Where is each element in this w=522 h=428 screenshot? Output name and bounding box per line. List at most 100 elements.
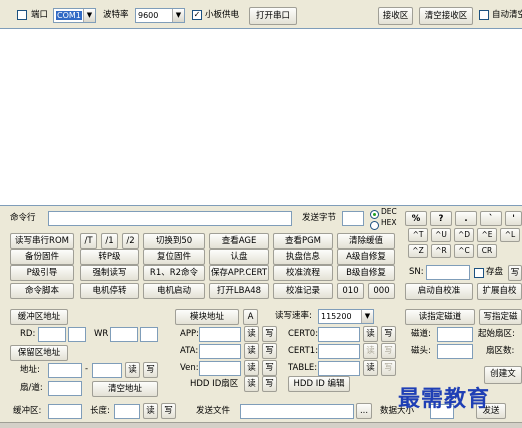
open-lba48-button[interactable]: 打开LBA48	[209, 283, 269, 299]
length-input[interactable]	[114, 404, 140, 419]
browse-file-button[interactable]: ...	[356, 403, 372, 419]
key-backtick[interactable]: `	[480, 211, 502, 226]
table-write-button[interactable]: 写	[381, 360, 396, 376]
hdd-id-sector-write-button[interactable]: 写	[262, 376, 277, 392]
rd-input-1[interactable]	[38, 327, 66, 342]
ven-read-button[interactable]: 读	[244, 360, 259, 376]
key-ctrl-e[interactable]: ^E	[477, 228, 497, 242]
key-ctrl-c[interactable]: ^C	[454, 244, 474, 258]
expand-calibration-button[interactable]: 扩展自校	[477, 283, 522, 300]
motor-stop-button[interactable]: 电机停转	[80, 283, 139, 299]
ata-write-button[interactable]: 写	[262, 343, 277, 359]
buffer-address-button[interactable]: 缓冲区地址	[10, 309, 68, 325]
track-input[interactable]	[437, 327, 473, 342]
save-app-cert-button[interactable]: 保存APP.CERT	[209, 265, 269, 281]
a-level-repair-button[interactable]: A级自修复	[337, 249, 395, 265]
sector-track-input[interactable]	[48, 381, 82, 396]
cert1-write-button[interactable]: 写	[381, 343, 396, 359]
cert0-write-button[interactable]: 写	[381, 326, 396, 342]
key-ctrl-t[interactable]: ^T	[408, 228, 428, 242]
recv-area-button[interactable]: 接收区	[378, 7, 413, 25]
key-ctrl-u[interactable]: ^U	[431, 228, 451, 242]
buffer-read-button[interactable]: 读	[143, 403, 158, 419]
port-checkbox[interactable]	[17, 10, 27, 20]
ven-input[interactable]	[199, 361, 241, 376]
identify-disk-button[interactable]: 认盘	[209, 249, 269, 265]
slash-t-button[interactable]: /T	[80, 233, 97, 249]
read-track-button[interactable]: 读指定磁道	[405, 309, 475, 325]
app-write-button[interactable]: 写	[262, 326, 277, 342]
table-input[interactable]	[318, 361, 360, 376]
calibration-log-button[interactable]: 校准记录	[273, 283, 333, 299]
key-ctrl-z[interactable]: ^Z	[408, 244, 428, 258]
backup-firmware-button[interactable]: 备份固件	[10, 249, 74, 265]
key-cr[interactable]: CR	[477, 244, 497, 258]
view-pgm-button[interactable]: 查看PGM	[273, 233, 333, 249]
key-dot[interactable]: .	[455, 211, 477, 226]
key-question[interactable]: ?	[430, 211, 452, 226]
write-track-button[interactable]: 写指定磁	[479, 309, 522, 325]
key-quote[interactable]: '	[505, 211, 522, 226]
command-script-button[interactable]: 命令脚本	[10, 283, 74, 299]
calibration-flow-button[interactable]: 校准流程	[273, 265, 333, 281]
motor-start-button[interactable]: 电机启动	[143, 283, 205, 299]
board-power-checkbox[interactable]: ✓	[192, 10, 202, 20]
hdd-id-edit-button[interactable]: HDD ID 编辑	[288, 376, 350, 392]
app-read-button[interactable]: 读	[244, 326, 259, 342]
baud-select[interactable]: 9600 ▼	[135, 8, 185, 23]
read-write-serial-rom-button[interactable]: 读写串行ROM	[10, 233, 74, 249]
head-input[interactable]	[437, 344, 473, 359]
app-input[interactable]	[199, 327, 241, 342]
hdd-id-sector-read-button[interactable]: 读	[244, 376, 259, 392]
receive-area[interactable]	[0, 28, 522, 206]
table-read-button[interactable]: 读	[363, 360, 378, 376]
reserved-address-button[interactable]: 保留区地址	[10, 345, 68, 361]
module-address-button[interactable]: 模块地址	[175, 309, 239, 325]
cert0-input[interactable]	[318, 327, 360, 342]
buffer-write-button[interactable]: 写	[161, 403, 176, 419]
r1-r2-command-button[interactable]: R1、R2命令	[143, 265, 205, 281]
send-file-input[interactable]	[240, 404, 354, 419]
clear-recv-button[interactable]: 清空接收区	[419, 7, 473, 25]
rw-rate-select[interactable]: 115200 ▼	[318, 309, 374, 324]
key-ctrl-l[interactable]: ^L	[500, 228, 520, 242]
send-byte-input[interactable]	[342, 211, 364, 226]
buffer-area-input[interactable]	[48, 404, 82, 419]
hex-radio[interactable]	[370, 221, 379, 230]
address-input-end[interactable]	[92, 363, 122, 378]
dec-radio[interactable]	[370, 210, 379, 219]
code-000-button[interactable]: 000	[368, 283, 395, 299]
key-ctrl-d[interactable]: ^D	[454, 228, 474, 242]
key-percent[interactable]: %	[405, 211, 427, 226]
to-p-level-button[interactable]: 转P级	[80, 249, 139, 265]
command-input[interactable]	[48, 211, 292, 226]
ata-read-button[interactable]: 读	[244, 343, 259, 359]
auto-clear-checkbox[interactable]	[479, 10, 489, 20]
disk-info-button[interactable]: 执盘信息	[273, 249, 333, 265]
cert0-read-button[interactable]: 读	[363, 326, 378, 342]
p-level-boot-button[interactable]: P级引导	[10, 265, 74, 281]
rd-input-2[interactable]	[68, 327, 86, 342]
slash-2-button[interactable]: /2	[122, 233, 139, 249]
b-level-repair-button[interactable]: B级自修复	[337, 265, 395, 281]
address-read-button[interactable]: 读	[125, 362, 140, 378]
wr-input-1[interactable]	[110, 327, 138, 342]
wr-input-2[interactable]	[140, 327, 158, 342]
force-read-write-button[interactable]: 强制读写	[80, 265, 139, 281]
save-disk-checkbox[interactable]	[474, 268, 484, 278]
module-a-button[interactable]: A	[243, 309, 258, 325]
ata-input[interactable]	[199, 344, 241, 359]
address-input-start[interactable]	[48, 363, 82, 378]
view-age-button[interactable]: 查看AGE	[209, 233, 269, 249]
ven-write-button[interactable]: 写	[262, 360, 277, 376]
address-write-button[interactable]: 写	[143, 362, 158, 378]
start-calibration-button[interactable]: 启动自校准	[405, 283, 473, 300]
cert1-input[interactable]	[318, 344, 360, 359]
sn-input[interactable]	[426, 265, 470, 280]
switch-to-50-button[interactable]: 切换到50	[143, 233, 205, 249]
port-select[interactable]: COM1 ▼	[53, 8, 96, 23]
open-port-button[interactable]: 打开串口	[249, 7, 297, 25]
key-ctrl-r[interactable]: ^R	[431, 244, 451, 258]
clear-cache-button[interactable]: 清除缓值	[337, 233, 395, 249]
slash-1-button[interactable]: /1	[101, 233, 118, 249]
